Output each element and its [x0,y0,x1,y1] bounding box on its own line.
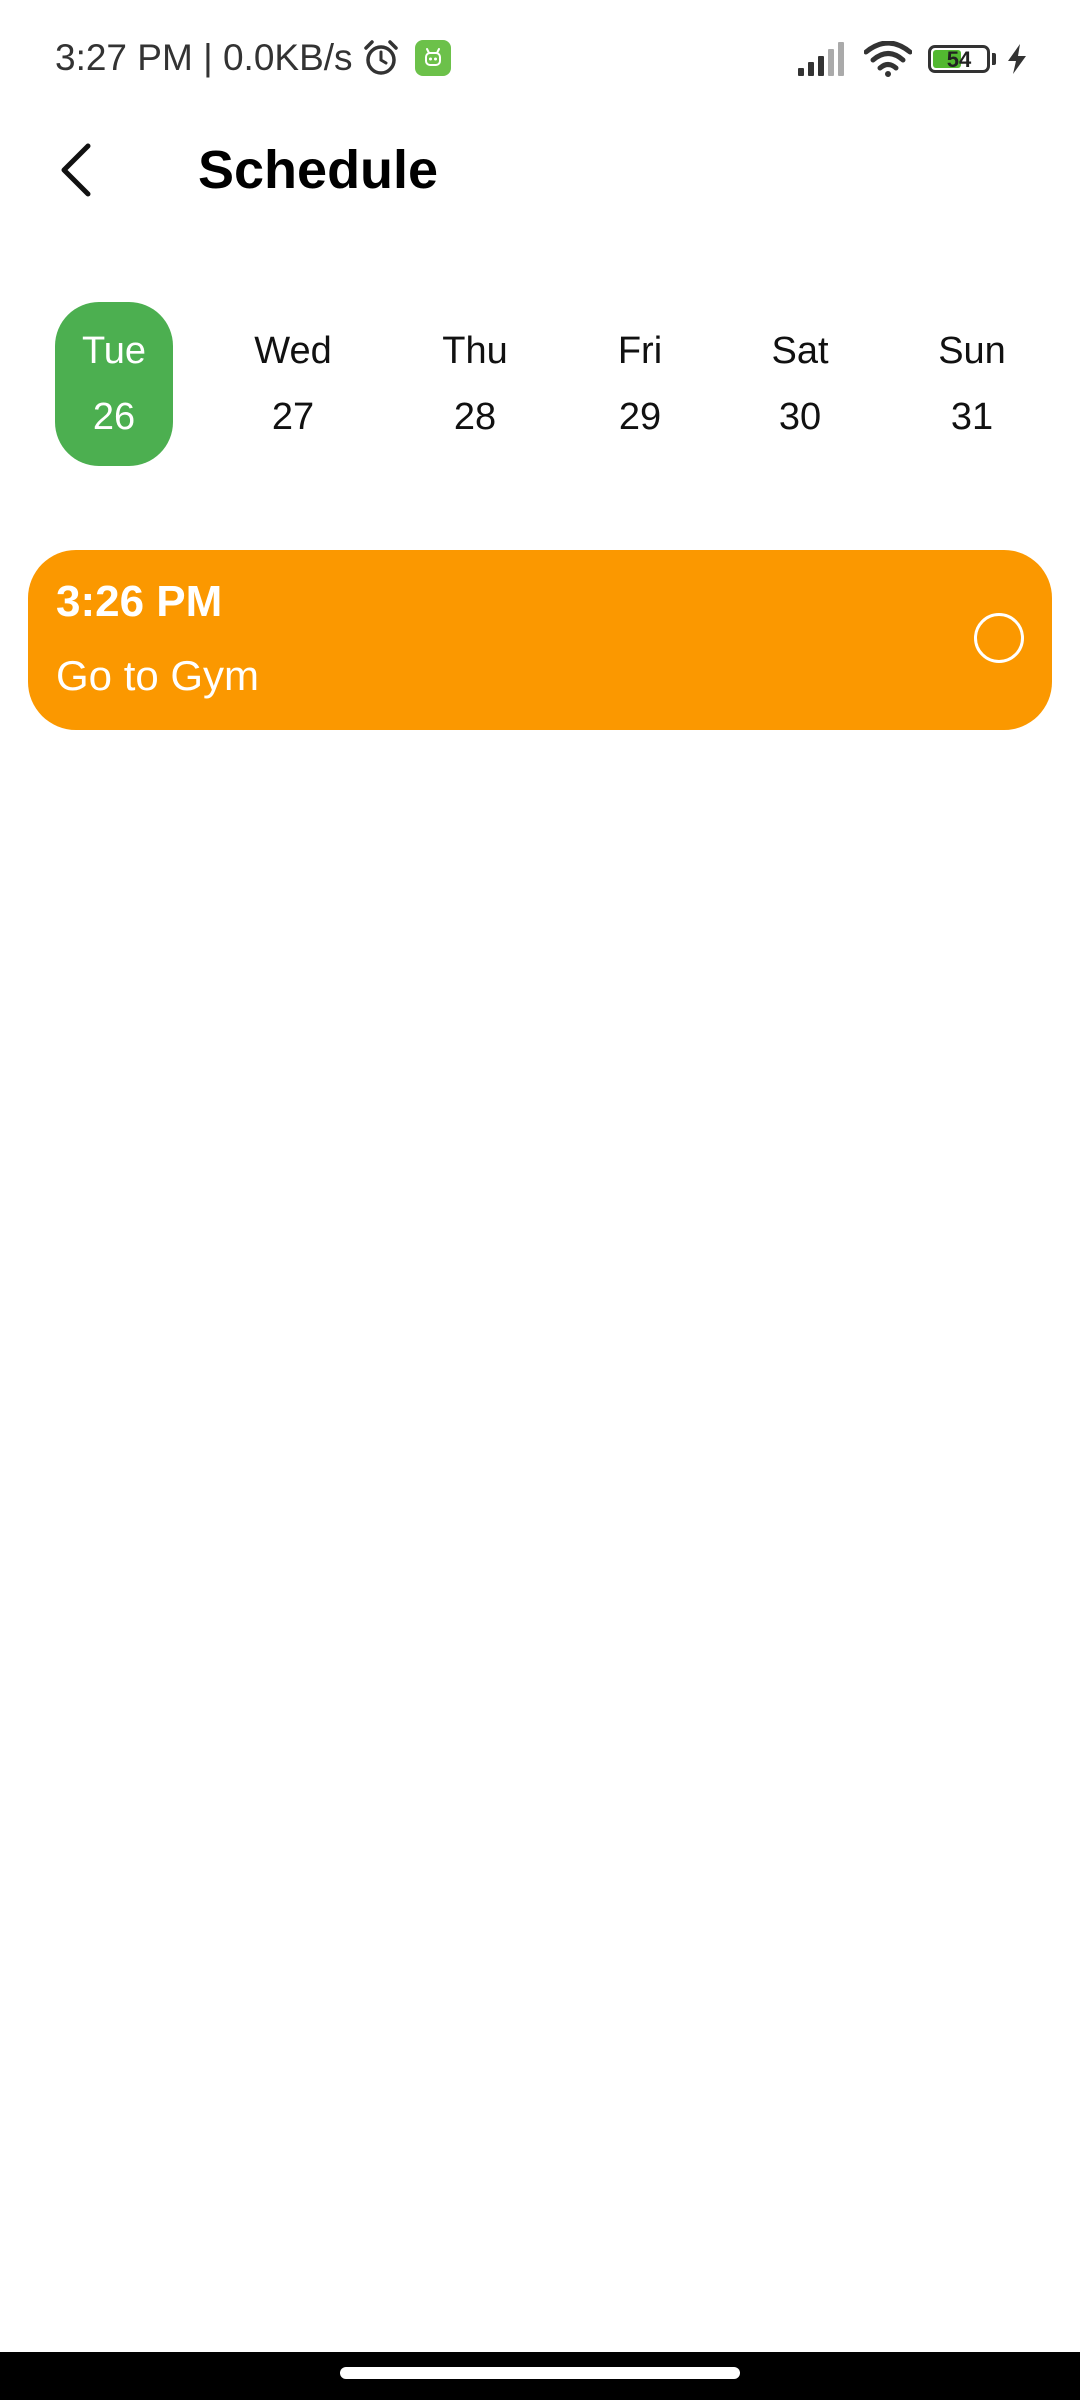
day-wed[interactable]: Wed 27 [234,302,352,466]
day-date: 29 [618,396,662,438]
status-left: 3:27 PM | 0.0KB/s [55,30,451,86]
app-notification-icon [414,40,451,76]
day-name: Wed [254,330,332,372]
back-button[interactable] [44,138,108,202]
week-strip: Tue 26 Wed 27 Thu 28 Fri 29 Sat 30 Sun 3… [0,300,1080,468]
day-date: 26 [92,396,136,438]
wifi-icon [864,41,912,77]
day-sat[interactable]: Sat 30 [741,302,859,466]
day-tue[interactable]: Tue 26 [55,302,173,466]
day-date: 30 [778,396,822,438]
day-name: Sun [938,330,1006,372]
charging-icon [1008,44,1026,74]
day-name: Thu [442,330,508,372]
home-indicator[interactable] [340,2367,740,2379]
app-bar: Schedule [0,120,1080,220]
navigation-bar [0,2352,1080,2400]
status-bar: 3:27 PM | 0.0KB/s 54 [0,0,1080,116]
status-right: 54 [798,34,1028,84]
day-sun[interactable]: Sun 31 [913,302,1031,466]
day-date: 31 [950,396,994,438]
battery-cap [992,53,996,65]
day-fri[interactable]: Fri 29 [581,302,699,466]
battery-icon: 54 [928,45,990,73]
task-card[interactable]: 3:26 PM Go to Gym [28,550,1052,730]
day-thu[interactable]: Thu 28 [416,302,534,466]
battery-level: 54 [946,47,972,72]
task-time: 3:26 PM [56,577,223,626]
day-name: Sat [771,330,829,372]
status-time-speed: 3:27 PM | 0.0KB/s [55,37,353,78]
task-title: Go to Gym [56,652,260,699]
day-name: Fri [617,330,663,372]
signal-icon [798,42,844,76]
page-title: Schedule [198,140,439,200]
task-complete-checkbox[interactable] [974,613,1024,663]
alarm-icon [363,40,398,75]
chevron-left-icon [61,143,91,197]
day-date: 27 [271,396,315,438]
day-name: Tue [81,330,147,372]
day-date: 28 [453,396,497,438]
